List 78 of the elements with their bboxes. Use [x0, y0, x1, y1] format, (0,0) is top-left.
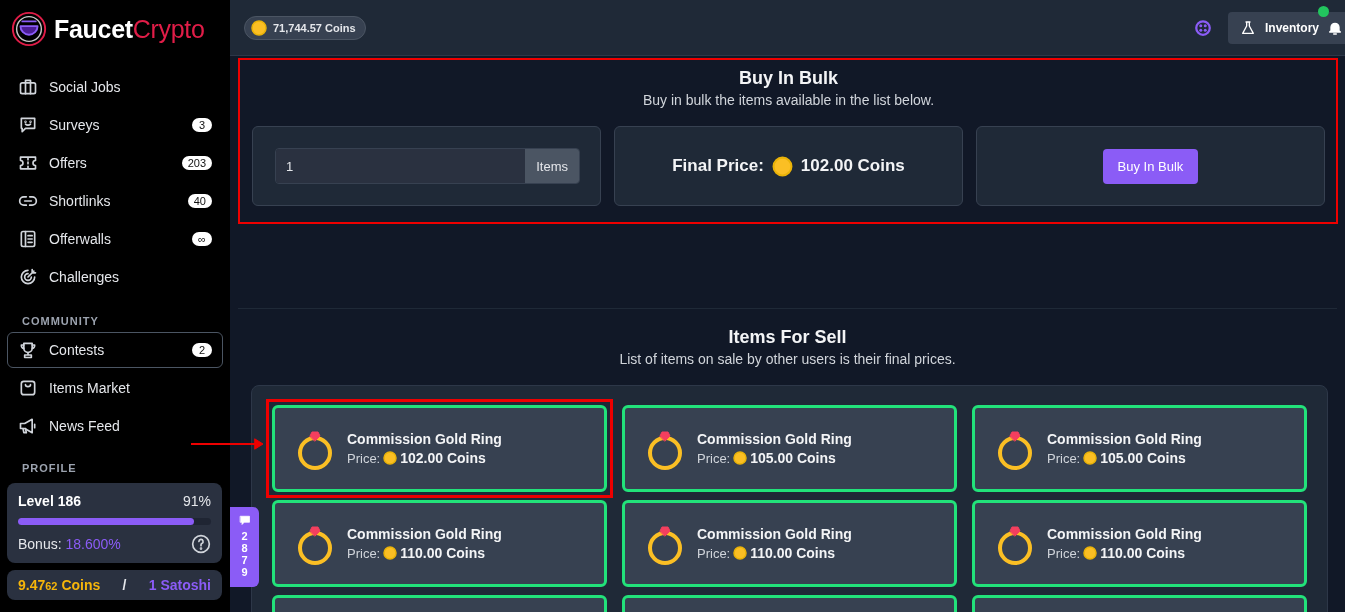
coin-icon — [383, 451, 398, 465]
price-label: Price: — [697, 545, 731, 561]
sidebar-item[interactable]: Challenges — [7, 259, 223, 295]
sidebar-item[interactable]: Shortlinks 40 — [7, 183, 223, 219]
count-badge: 40 — [187, 194, 212, 208]
bonus-text: Bonus: 18.600% — [18, 536, 121, 552]
final-price-label: Final Price: — [672, 156, 764, 176]
section-subtitle: List of items on sale by other users is their final prices. — [618, 351, 957, 367]
satoshi-rate: 1 Satoshi — [148, 577, 211, 593]
arrow-icon — [191, 438, 264, 450]
section-title: Items For Sell — [727, 327, 848, 348]
logo-text: FaucetCrypto — [54, 14, 205, 44]
price-label: Price: — [1047, 545, 1081, 561]
coin-icon — [1083, 451, 1098, 465]
sidebar-item[interactable]: Offerwalls ∞ — [7, 221, 223, 257]
target-icon — [18, 267, 38, 287]
coin-icon — [733, 546, 748, 560]
item-card[interactable]: Commission Gold Ring Price: 110.00 Coins — [972, 500, 1307, 587]
price-label: Price: — [1047, 450, 1081, 466]
megaphone-icon — [18, 416, 38, 436]
count-badge: 3 — [192, 118, 212, 132]
sidebar-item[interactable]: News Feed — [7, 408, 223, 444]
item-name: Commission Gold Ring — [347, 431, 502, 447]
sidebar-item[interactable]: Items Market — [7, 370, 223, 406]
coin-icon — [383, 546, 398, 560]
item-name: Commission Gold Ring — [697, 431, 852, 447]
trophy-icon — [18, 340, 38, 360]
coin-balance: 71,744.57 Coins — [244, 15, 366, 40]
flask-icon — [1240, 19, 1256, 36]
item-card[interactable]: Commission Gold Ring Price: 110.00 Coins — [272, 500, 607, 587]
count-badge: 203 — [181, 156, 212, 170]
item-card[interactable]: Commission Gold Ring Price: 110.00 Coins — [622, 500, 957, 587]
ticket-icon — [18, 153, 38, 173]
section-title: Buy In Bulk — [738, 68, 839, 89]
sidebar-item[interactable]: Surveys 3 — [7, 107, 223, 143]
chat-icon — [18, 115, 38, 135]
coin-icon — [251, 19, 267, 36]
sidebar-item[interactable]: Social Jobs — [7, 69, 223, 105]
price-label: Price: — [697, 450, 731, 466]
globe-icon[interactable] — [1194, 18, 1212, 37]
item-price: 110.00 Coins — [1100, 545, 1186, 561]
coin-icon — [771, 155, 793, 177]
item-price: 102.00 Coins — [400, 450, 486, 466]
bag-icon — [18, 378, 38, 398]
section-heading: COMMUNITY — [21, 315, 100, 327]
item-name: Commission Gold Ring — [1047, 431, 1202, 447]
separator-text: / — [122, 577, 127, 593]
section-heading: PROFILE — [21, 462, 78, 474]
logo-icon — [10, 10, 48, 48]
chat-tab[interactable]: 2879 — [230, 507, 259, 587]
final-price: 102.00 Coins — [800, 156, 905, 176]
list-icon — [18, 229, 38, 249]
item-name: Commission Gold Ring — [1047, 526, 1202, 542]
item-card[interactable]: Commission Gold Ring Price: 105.00 Coins — [622, 405, 957, 492]
item-price: 105.00 Coins — [750, 450, 836, 466]
coin-icon — [1083, 546, 1098, 560]
level-label: Level 186 — [18, 493, 82, 509]
count-badge: 2 — [192, 343, 212, 357]
chat-icon — [238, 514, 251, 526]
item-name: Commission Gold Ring — [697, 526, 852, 542]
item-name: Commission Gold Ring — [347, 526, 502, 542]
item-price: 110.00 Coins — [400, 545, 486, 561]
price-label: Price: — [347, 545, 381, 561]
price-label: Price: — [347, 450, 381, 466]
section-subtitle: Buy in bulk the items available in the list below. — [641, 92, 935, 108]
briefcase-icon — [18, 77, 38, 97]
level-percent: 91% — [182, 493, 211, 509]
coin-icon — [733, 451, 748, 465]
buy-bulk-button[interactable]: Buy In Bulk — [1102, 148, 1199, 184]
message-count: 2879 — [240, 530, 249, 579]
sidebar-item[interactable]: Contests 2 — [7, 332, 223, 368]
item-price: 110.00 Coins — [750, 545, 836, 561]
help-icon — [191, 534, 211, 554]
item-price: 105.00 Coins — [1100, 450, 1186, 466]
count-badge: ∞ — [192, 232, 212, 246]
item-card[interactable]: Commission Gold Ring Price: 105.00 Coins — [972, 405, 1307, 492]
sidebar-item[interactable]: Offers 203 — [7, 145, 223, 181]
coins-rate: 9.4762 Coins — [18, 577, 101, 593]
